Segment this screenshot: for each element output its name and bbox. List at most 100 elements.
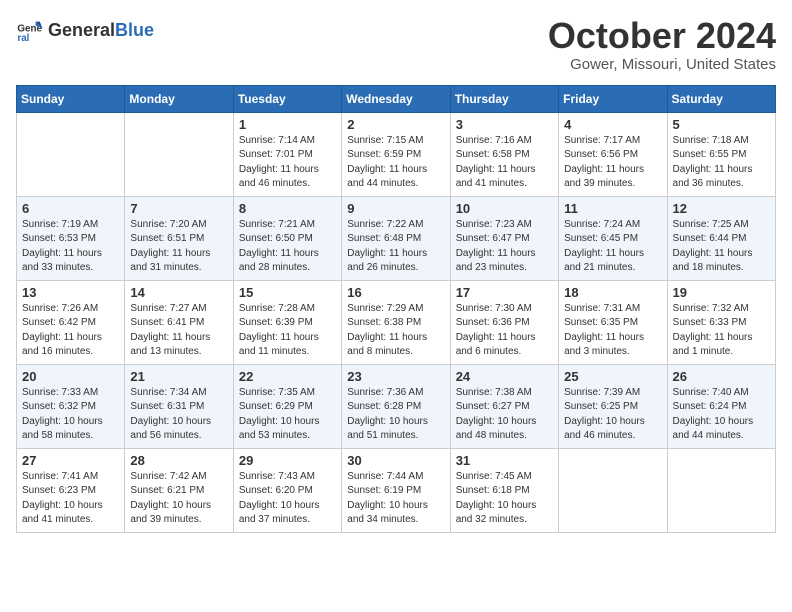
day-info: Sunrise: 7:34 AM Sunset: 6:31 PM Dayligh… xyxy=(130,386,227,444)
day-info: Sunrise: 7:44 AM Sunset: 6:19 PM Dayligh… xyxy=(347,470,444,528)
day-number: 27 xyxy=(22,453,119,468)
calendar-cell: 7 Sunrise: 7:20 AM Sunset: 6:51 PM Daylig… xyxy=(125,196,233,280)
day-number: 5 xyxy=(673,117,770,132)
day-number: 10 xyxy=(456,201,553,216)
calendar-week-row: 27 Sunrise: 7:41 AM Sunset: 6:23 PM Dayli… xyxy=(17,448,776,532)
day-number: 19 xyxy=(673,285,770,300)
day-number: 18 xyxy=(564,285,661,300)
calendar-week-row: 20 Sunrise: 7:33 AM Sunset: 6:32 PM Dayli… xyxy=(17,364,776,448)
day-info: Sunrise: 7:29 AM Sunset: 6:38 PM Dayligh… xyxy=(347,302,444,360)
day-info: Sunrise: 7:33 AM Sunset: 6:32 PM Dayligh… xyxy=(22,386,119,444)
day-number: 11 xyxy=(564,201,661,216)
day-info: Sunrise: 7:28 AM Sunset: 6:39 PM Dayligh… xyxy=(239,302,336,360)
day-number: 20 xyxy=(22,369,119,384)
calendar-cell: 31 Sunrise: 7:45 AM Sunset: 6:18 PM Dayli… xyxy=(450,448,558,532)
day-number: 29 xyxy=(239,453,336,468)
calendar-cell: 25 Sunrise: 7:39 AM Sunset: 6:25 PM Dayli… xyxy=(559,364,667,448)
day-number: 16 xyxy=(347,285,444,300)
calendar-week-row: 1 Sunrise: 7:14 AM Sunset: 7:01 PM Daylig… xyxy=(17,112,776,196)
day-number: 25 xyxy=(564,369,661,384)
day-info: Sunrise: 7:45 AM Sunset: 6:18 PM Dayligh… xyxy=(456,470,553,528)
day-info: Sunrise: 7:25 AM Sunset: 6:44 PM Dayligh… xyxy=(673,218,770,276)
day-number: 26 xyxy=(673,369,770,384)
day-info: Sunrise: 7:22 AM Sunset: 6:48 PM Dayligh… xyxy=(347,218,444,276)
calendar-cell: 30Sunrise: 7:44 AM Sunset: 6:19 PM Dayli… xyxy=(342,448,450,532)
day-number: 31 xyxy=(456,453,553,468)
day-info: Sunrise: 7:23 AM Sunset: 6:47 PM Dayligh… xyxy=(456,218,553,276)
day-info: Sunrise: 7:26 AM Sunset: 6:42 PM Dayligh… xyxy=(22,302,119,360)
calendar-week-row: 6 Sunrise: 7:19 AM Sunset: 6:53 PM Daylig… xyxy=(17,196,776,280)
calendar-cell: 21 Sunrise: 7:34 AM Sunset: 6:31 PM Dayli… xyxy=(125,364,233,448)
calendar-cell xyxy=(17,112,125,196)
svg-text:ral: ral xyxy=(17,33,29,44)
day-number: 2 xyxy=(347,117,444,132)
calendar-cell: 5 Sunrise: 7:18 AM Sunset: 6:55 PM Daylig… xyxy=(667,112,775,196)
calendar-cell: 6 Sunrise: 7:19 AM Sunset: 6:53 PM Daylig… xyxy=(17,196,125,280)
day-info: Sunrise: 7:43 AM Sunset: 6:20 PM Dayligh… xyxy=(239,470,336,528)
calendar-cell: 14 Sunrise: 7:27 AM Sunset: 6:41 PM Dayli… xyxy=(125,280,233,364)
day-info: Sunrise: 7:17 AM Sunset: 6:56 PM Dayligh… xyxy=(564,134,661,192)
day-number: 12 xyxy=(673,201,770,216)
day-info: Sunrise: 7:15 AM Sunset: 6:59 PM Dayligh… xyxy=(347,134,444,192)
calendar-cell: 29 Sunrise: 7:43 AM Sunset: 6:20 PM Dayli… xyxy=(233,448,341,532)
calendar-cell: 1 Sunrise: 7:14 AM Sunset: 7:01 PM Daylig… xyxy=(233,112,341,196)
day-info: Sunrise: 7:14 AM Sunset: 7:01 PM Dayligh… xyxy=(239,134,336,192)
calendar-cell: 22Sunrise: 7:35 AM Sunset: 6:29 PM Dayli… xyxy=(233,364,341,448)
day-info: Sunrise: 7:18 AM Sunset: 6:55 PM Dayligh… xyxy=(673,134,770,192)
day-number: 14 xyxy=(130,285,227,300)
calendar-cell: 9 Sunrise: 7:22 AM Sunset: 6:48 PM Daylig… xyxy=(342,196,450,280)
day-number: 28 xyxy=(130,453,227,468)
day-number: 1 xyxy=(239,117,336,132)
calendar-cell: 11 Sunrise: 7:24 AM Sunset: 6:45 PM Dayli… xyxy=(559,196,667,280)
day-number: 8 xyxy=(239,201,336,216)
day-info: Sunrise: 7:19 AM Sunset: 6:53 PM Dayligh… xyxy=(22,218,119,276)
day-info: Sunrise: 7:40 AM Sunset: 6:24 PM Dayligh… xyxy=(673,386,770,444)
calendar-cell: 28 Sunrise: 7:42 AM Sunset: 6:21 PM Dayli… xyxy=(125,448,233,532)
day-number: 24 xyxy=(456,369,553,384)
logo-icon: Gene ral xyxy=(16,16,44,44)
weekday-header: Wednesday xyxy=(342,85,450,112)
weekday-header: Monday xyxy=(125,85,233,112)
calendar-cell: 27 Sunrise: 7:41 AM Sunset: 6:23 PM Dayli… xyxy=(17,448,125,532)
logo: Gene ral GeneralBlue xyxy=(16,16,154,44)
day-number: 17 xyxy=(456,285,553,300)
page-header: Gene ral GeneralBlue October 2024 Gower,… xyxy=(16,16,776,73)
weekday-header: Friday xyxy=(559,85,667,112)
calendar-cell: 24Sunrise: 7:38 AM Sunset: 6:27 PM Dayli… xyxy=(450,364,558,448)
day-info: Sunrise: 7:41 AM Sunset: 6:23 PM Dayligh… xyxy=(22,470,119,528)
day-info: Sunrise: 7:35 AM Sunset: 6:29 PM Dayligh… xyxy=(239,386,336,444)
day-info: Sunrise: 7:30 AM Sunset: 6:36 PM Dayligh… xyxy=(456,302,553,360)
day-info: Sunrise: 7:16 AM Sunset: 6:58 PM Dayligh… xyxy=(456,134,553,192)
calendar-cell: 26 Sunrise: 7:40 AM Sunset: 6:24 PM Dayli… xyxy=(667,364,775,448)
location: Gower, Missouri, United States xyxy=(548,56,776,73)
calendar-cell: 16 Sunrise: 7:29 AM Sunset: 6:38 PM Dayli… xyxy=(342,280,450,364)
calendar-cell: 20 Sunrise: 7:33 AM Sunset: 6:32 PM Dayli… xyxy=(17,364,125,448)
calendar-table: SundayMondayTuesdayWednesdayThursdayFrid… xyxy=(16,85,776,533)
day-info: Sunrise: 7:32 AM Sunset: 6:33 PM Dayligh… xyxy=(673,302,770,360)
title-block: October 2024 Gower, Missouri, United Sta… xyxy=(548,16,776,73)
calendar-cell: 3Sunrise: 7:16 AM Sunset: 6:58 PM Daylig… xyxy=(450,112,558,196)
day-info: Sunrise: 7:36 AM Sunset: 6:28 PM Dayligh… xyxy=(347,386,444,444)
day-info: Sunrise: 7:42 AM Sunset: 6:21 PM Dayligh… xyxy=(130,470,227,528)
day-info: Sunrise: 7:24 AM Sunset: 6:45 PM Dayligh… xyxy=(564,218,661,276)
calendar-cell: 17 Sunrise: 7:30 AM Sunset: 6:36 PM Dayli… xyxy=(450,280,558,364)
calendar-cell: 15 Sunrise: 7:28 AM Sunset: 6:39 PM Dayli… xyxy=(233,280,341,364)
calendar-cell: 19 Sunrise: 7:32 AM Sunset: 6:33 PM Dayli… xyxy=(667,280,775,364)
calendar-cell: 8Sunrise: 7:21 AM Sunset: 6:50 PM Daylig… xyxy=(233,196,341,280)
calendar-cell xyxy=(667,448,775,532)
calendar-cell: 2 Sunrise: 7:15 AM Sunset: 6:59 PM Daylig… xyxy=(342,112,450,196)
month-title: October 2024 xyxy=(548,16,776,56)
calendar-cell: 13Sunrise: 7:26 AM Sunset: 6:42 PM Dayli… xyxy=(17,280,125,364)
day-number: 6 xyxy=(22,201,119,216)
weekday-header: Tuesday xyxy=(233,85,341,112)
calendar-cell: 18Sunrise: 7:31 AM Sunset: 6:35 PM Dayli… xyxy=(559,280,667,364)
day-number: 15 xyxy=(239,285,336,300)
day-info: Sunrise: 7:27 AM Sunset: 6:41 PM Dayligh… xyxy=(130,302,227,360)
day-number: 21 xyxy=(130,369,227,384)
day-info: Sunrise: 7:39 AM Sunset: 6:25 PM Dayligh… xyxy=(564,386,661,444)
day-number: 7 xyxy=(130,201,227,216)
day-number: 9 xyxy=(347,201,444,216)
day-number: 23 xyxy=(347,369,444,384)
calendar-cell xyxy=(125,112,233,196)
day-info: Sunrise: 7:20 AM Sunset: 6:51 PM Dayligh… xyxy=(130,218,227,276)
